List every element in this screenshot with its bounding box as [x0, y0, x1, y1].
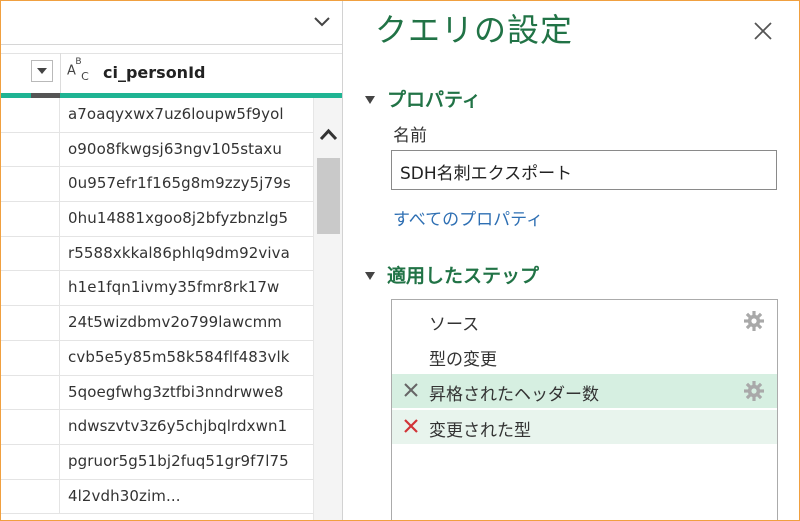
table-row[interactable]: o90o8fkwgsj63ngv105staxu [1, 132, 313, 168]
collapse-triangle-icon[interactable] [365, 272, 375, 280]
table-row[interactable]: h1e1fqn1ivmy35fmr8rk17w [1, 271, 313, 307]
window-frame: ABC ci_personId a7oaqyxwx7uz6loupw5f9yol… [0, 0, 800, 521]
table-row[interactable]: 0hu14881xgoo8j2bfyzbnzlg5 [1, 202, 313, 237]
table-cell[interactable]: ndwszvtv3z6y5chjbqlrdxwn1 [68, 417, 287, 435]
table-cell[interactable]: 0u957efr1f165g8m9zzy5j79s [68, 174, 291, 192]
row-index-cell [1, 98, 60, 132]
table-row[interactable]: ndwszvtv3z6y5chjbqlrdxwn1 [1, 410, 313, 445]
step-label: ソース [429, 315, 480, 335]
table-cell[interactable]: a7oaqyxwx7uz6loupw5f9yol [68, 105, 284, 123]
scrollbar-thumb[interactable] [317, 158, 340, 234]
row-index-cell [1, 167, 60, 202]
table-row[interactable]: 0u957efr1f165g8m9zzy5j79s [1, 167, 313, 203]
x-icon[interactable] [402, 381, 420, 399]
step-label: 型の変更 [429, 350, 497, 370]
table-cell[interactable]: 0hu14881xgoo8j2bfyzbnzlg5 [68, 209, 288, 227]
pane-title: クエリの設定 [375, 11, 574, 49]
table-row[interactable]: r5588xkkal86phlq9dm92viva [1, 236, 313, 272]
table-cell[interactable]: r5588xkkal86phlq9dm92viva [68, 244, 290, 262]
row-index-cell [1, 479, 60, 514]
dropdown-arrow-icon [37, 68, 47, 74]
list-item[interactable]: 変更された型 [392, 410, 777, 444]
list-item[interactable]: 型の変更 [392, 339, 777, 373]
list-item[interactable]: 昇格されたヘッダー数 [392, 374, 777, 408]
applied-steps-heading: 適用したステップ [387, 265, 540, 287]
x-icon[interactable] [402, 417, 420, 435]
list-item[interactable]: ソース [392, 304, 777, 338]
row-index-cell [1, 410, 60, 444]
properties-section-header[interactable]: プロパティ [365, 85, 481, 112]
column-header-name[interactable]: ci_personId [103, 63, 205, 82]
text-type-icon[interactable]: ABC [67, 57, 89, 83]
name-label: 名前 [393, 126, 427, 146]
table-cell[interactable]: pgruor5g51bj2fuq51gr9f7l75 [68, 452, 289, 470]
table-cell[interactable]: 24t5wizdbmv2o799lawcmm [68, 313, 282, 331]
row-index-cell [1, 375, 60, 410]
close-icon[interactable] [751, 19, 775, 43]
table-row[interactable]: a7oaqyxwx7uz6loupw5f9yol [1, 98, 313, 133]
table-row[interactable]: 24t5wizdbmv2o799lawcmm [1, 306, 313, 341]
row-index-cell [1, 340, 60, 375]
table-row[interactable]: 5qoegfwhg3ztfbi3nndrwwe8 [1, 375, 313, 411]
row-index-cell [1, 444, 60, 479]
query-name-field[interactable]: SDH名刺エクスポート [391, 150, 777, 190]
row-index-cell [1, 271, 60, 306]
properties-heading: プロパティ [387, 89, 481, 111]
query-settings-pane: クエリの設定 プロパティ 名前 SDH名刺エクスポート すべてのプロパティ 適用… [343, 1, 799, 520]
row-index-cell [1, 202, 60, 236]
gear-icon[interactable] [743, 310, 765, 332]
table-cell[interactable]: 4l2vdh30zim... [68, 487, 181, 505]
column-header-separator [60, 53, 61, 93]
vertical-scrollbar[interactable] [313, 98, 343, 520]
chevron-up-icon[interactable] [314, 122, 343, 148]
row-index-cell [1, 306, 60, 340]
table-cell[interactable]: h1e1fqn1ivmy35fmr8rk17w [68, 278, 279, 296]
chevron-down-icon[interactable] [308, 8, 336, 36]
table-row[interactable]: pgruor5g51bj2fuq51gr9f7l75 [1, 444, 313, 480]
gear-icon[interactable] [743, 380, 765, 402]
formula-bar[interactable] [1, 1, 342, 45]
step-label: 変更された型 [429, 421, 531, 441]
grid-rows: a7oaqyxwx7uz6loupw5f9yol o90o8fkwgsj63ng… [1, 98, 313, 520]
column-filter-button[interactable] [31, 60, 53, 82]
data-grid-pane: ABC ci_personId a7oaqyxwx7uz6loupw5f9yol… [1, 1, 343, 520]
applied-steps-list: ソース 型の変更 昇格されたヘッダー数 変更された型 [391, 299, 778, 520]
table-cell[interactable]: 5qoegfwhg3ztfbi3nndrwwe8 [68, 383, 284, 401]
all-properties-link[interactable]: すべてのプロパティ [393, 205, 543, 230]
step-label: 昇格されたヘッダー数 [429, 385, 599, 405]
applied-steps-section-header[interactable]: 適用したステップ [365, 261, 539, 288]
table-cell[interactable]: cvb5e5y85m58k584flf483vlk [68, 348, 290, 366]
table-row[interactable]: 4l2vdh30zim... [1, 479, 313, 515]
table-cell[interactable]: o90o8fkwgsj63ngv105staxu [68, 140, 282, 158]
row-index-cell [1, 236, 60, 271]
collapse-triangle-icon[interactable] [365, 96, 375, 104]
row-index-cell [1, 132, 60, 167]
table-row[interactable]: cvb5e5y85m58k584flf483vlk [1, 340, 313, 376]
